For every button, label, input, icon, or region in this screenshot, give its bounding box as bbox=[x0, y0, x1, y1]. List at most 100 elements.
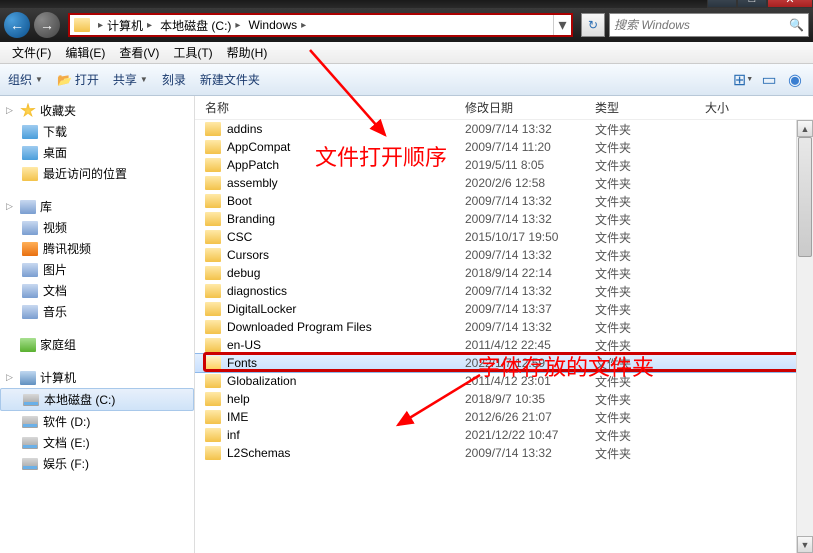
view-icon[interactable]: ⊞ ▼ bbox=[733, 72, 753, 88]
sidebar-music[interactable]: 音乐 bbox=[0, 301, 194, 322]
file-row[interactable]: debug2018/9/14 22:14文件夹 bbox=[195, 264, 813, 282]
sidebar-downloads[interactable]: 下载 bbox=[0, 121, 194, 142]
file-row[interactable]: CSC2015/10/17 19:50文件夹 bbox=[195, 228, 813, 246]
scroll-up-button[interactable]: ▲ bbox=[797, 120, 813, 137]
back-button[interactable]: ← bbox=[4, 12, 30, 38]
file-type: 文件夹 bbox=[595, 373, 705, 390]
file-type: 文件夹 bbox=[595, 409, 705, 426]
file-list[interactable]: addins2009/7/14 13:32文件夹AppCompat2009/7/… bbox=[195, 120, 813, 550]
address-dropdown[interactable]: ▾ bbox=[553, 15, 571, 35]
menu-view[interactable]: 查看(V) bbox=[113, 42, 165, 63]
burn-button[interactable]: 刻录 bbox=[162, 71, 186, 88]
file-row[interactable]: IME2012/6/26 21:07文件夹 bbox=[195, 408, 813, 426]
drive-icon bbox=[22, 458, 38, 470]
file-row[interactable]: AppCompat2009/7/14 11:20文件夹 bbox=[195, 138, 813, 156]
scroll-down-button[interactable]: ▼ bbox=[797, 536, 813, 553]
forward-button[interactable]: → bbox=[34, 12, 60, 38]
share-button[interactable]: 共享 ▼ bbox=[113, 71, 148, 88]
sidebar-homegroup[interactable]: ▷家庭组 bbox=[0, 334, 194, 355]
search-box[interactable]: 🔍 bbox=[609, 13, 809, 37]
search-input[interactable] bbox=[614, 18, 789, 32]
file-row[interactable]: Globalization2011/4/12 23:01文件夹 bbox=[195, 372, 813, 390]
file-row[interactable]: inf2021/12/22 10:47文件夹 bbox=[195, 426, 813, 444]
sidebar-pictures[interactable]: 图片 bbox=[0, 259, 194, 280]
file-type: 文件夹 bbox=[595, 211, 705, 228]
file-date: 2009/7/14 13:32 bbox=[465, 446, 595, 460]
scroll-thumb[interactable] bbox=[798, 137, 812, 257]
folder-icon bbox=[205, 356, 221, 370]
close-button[interactable]: ✕ bbox=[767, 0, 813, 8]
newfolder-button[interactable]: 新建文件夹 bbox=[200, 71, 260, 88]
breadcrumb-item[interactable]: Windows▸ bbox=[244, 18, 310, 32]
file-row[interactable]: addins2009/7/14 13:32文件夹 bbox=[195, 120, 813, 138]
col-name[interactable]: 名称 bbox=[205, 99, 465, 116]
library-icon bbox=[20, 200, 36, 214]
sidebar-drive-c[interactable]: 本地磁盘 (C:) bbox=[0, 388, 194, 411]
help-icon[interactable]: ◉ bbox=[785, 72, 805, 88]
file-row[interactable]: Downloaded Program Files2009/7/14 13:32文… bbox=[195, 318, 813, 336]
sidebar-drive-e[interactable]: 文档 (E:) bbox=[0, 432, 194, 453]
sidebar-libraries[interactable]: ▷库 bbox=[0, 196, 194, 217]
sidebar-favorites[interactable]: ▷收藏夹 bbox=[0, 100, 194, 121]
file-name: Globalization bbox=[227, 374, 465, 388]
file-row[interactable]: Branding2009/7/14 13:32文件夹 bbox=[195, 210, 813, 228]
breadcrumb-item[interactable]: 本地磁盘 (C:)▸ bbox=[156, 17, 244, 34]
minimize-button[interactable]: — bbox=[707, 0, 737, 8]
preview-icon[interactable]: ▭ bbox=[759, 72, 779, 88]
folder-icon bbox=[205, 122, 221, 136]
pictures-icon bbox=[22, 263, 38, 277]
file-row[interactable]: help2018/9/7 10:35文件夹 bbox=[195, 390, 813, 408]
file-type: 文件夹 bbox=[595, 283, 705, 300]
star-icon bbox=[20, 103, 36, 119]
file-row[interactable]: en-US2011/4/12 22:45文件夹 bbox=[195, 336, 813, 354]
menu-file[interactable]: 文件(F) bbox=[6, 42, 57, 63]
menu-help[interactable]: 帮助(H) bbox=[221, 42, 274, 63]
sidebar-recent[interactable]: 最近访问的位置 bbox=[0, 163, 194, 184]
file-name: addins bbox=[227, 122, 465, 136]
sidebar-video[interactable]: 视频 bbox=[0, 217, 194, 238]
menu-bar: 文件(F) 编辑(E) 查看(V) 工具(T) 帮助(H) bbox=[0, 42, 813, 64]
toolbar: 组织 ▼ 📂 打开 共享 ▼ 刻录 新建文件夹 ⊞ ▼ ▭ ◉ bbox=[0, 64, 813, 96]
file-name: AppPatch bbox=[227, 158, 465, 172]
file-date: 2009/7/14 13:32 bbox=[465, 248, 595, 262]
file-row[interactable]: AppPatch2019/5/11 8:05文件夹 bbox=[195, 156, 813, 174]
file-row[interactable]: assembly2020/2/6 12:58文件夹 bbox=[195, 174, 813, 192]
sidebar-tencent[interactable]: 腾讯视频 bbox=[0, 238, 194, 259]
breadcrumb-item[interactable]: ▸计算机▸ bbox=[94, 17, 156, 34]
file-type: 文件夹 bbox=[595, 445, 705, 462]
maximize-button[interactable]: □ bbox=[737, 0, 767, 8]
file-row[interactable]: Boot2009/7/14 13:32文件夹 bbox=[195, 192, 813, 210]
address-bar[interactable]: ▸计算机▸ 本地磁盘 (C:)▸ Windows▸ ▾ bbox=[68, 13, 573, 37]
col-size[interactable]: 大小 bbox=[705, 99, 803, 116]
file-row[interactable]: Fonts2022/1/7 12:59文件夹 bbox=[195, 354, 813, 372]
file-row[interactable]: L2Schemas2009/7/14 13:32文件夹 bbox=[195, 444, 813, 462]
file-row[interactable]: Cursors2009/7/14 13:32文件夹 bbox=[195, 246, 813, 264]
sidebar-documents[interactable]: 文档 bbox=[0, 280, 194, 301]
sidebar-drive-d[interactable]: 软件 (D:) bbox=[0, 411, 194, 432]
file-name: Fonts bbox=[227, 356, 465, 370]
recent-icon bbox=[22, 167, 38, 181]
file-date: 2009/7/14 13:32 bbox=[465, 194, 595, 208]
file-row[interactable]: DigitalLocker2009/7/14 13:37文件夹 bbox=[195, 300, 813, 318]
menu-edit[interactable]: 编辑(E) bbox=[59, 42, 111, 63]
folder-icon bbox=[205, 230, 221, 244]
open-button[interactable]: 📂 打开 bbox=[57, 71, 99, 88]
file-name: IME bbox=[227, 410, 465, 424]
folder-icon bbox=[74, 18, 90, 32]
sidebar-desktop[interactable]: 桌面 bbox=[0, 142, 194, 163]
menu-tools[interactable]: 工具(T) bbox=[167, 42, 218, 63]
file-name: en-US bbox=[227, 338, 465, 352]
organize-button[interactable]: 组织 ▼ bbox=[8, 71, 43, 88]
column-headers[interactable]: 名称 修改日期 类型 大小 bbox=[195, 96, 813, 120]
sidebar-drive-f[interactable]: 娱乐 (F:) bbox=[0, 453, 194, 474]
drive-icon bbox=[22, 416, 38, 428]
refresh-button[interactable]: ↻ bbox=[581, 13, 605, 37]
drive-icon bbox=[23, 394, 39, 406]
scrollbar[interactable]: ▲ ▼ bbox=[796, 120, 813, 553]
col-type[interactable]: 类型 bbox=[595, 99, 705, 116]
col-date[interactable]: 修改日期 bbox=[465, 99, 595, 116]
file-row[interactable]: diagnostics2009/7/14 13:32文件夹 bbox=[195, 282, 813, 300]
file-date: 2009/7/14 13:32 bbox=[465, 320, 595, 334]
file-date: 2020/2/6 12:58 bbox=[465, 176, 595, 190]
sidebar-computer[interactable]: ▷计算机 bbox=[0, 367, 194, 388]
